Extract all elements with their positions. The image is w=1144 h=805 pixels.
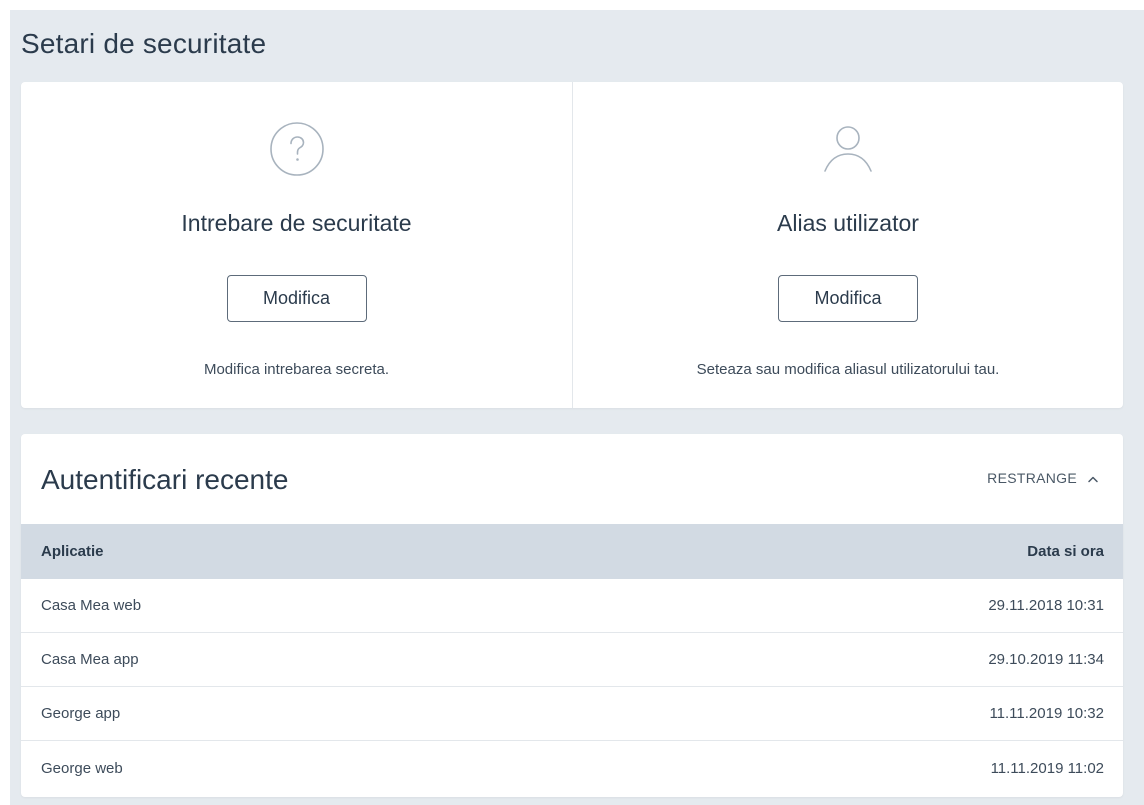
question-circle-icon — [268, 120, 326, 178]
row-application: Casa Mea app — [41, 651, 139, 668]
collapse-label: RESTRANGE — [987, 470, 1077, 486]
security-question-card: Intrebare de securitate Modifica Modific… — [21, 82, 572, 408]
security-question-title: Intrebare de securitate — [181, 210, 412, 236]
recent-logins-panel: Autentificari recente RESTRANGE Aplicati… — [21, 434, 1123, 797]
table-row: Casa Mea app 29.10.2019 11:34 — [21, 633, 1123, 687]
chevron-up-icon — [1087, 470, 1099, 486]
modify-user-alias-button[interactable]: Modifica — [778, 275, 918, 322]
row-datetime: 11.11.2019 10:32 — [989, 705, 1104, 722]
row-application: George app — [41, 705, 121, 722]
security-question-description: Modifica intrebarea secreta. — [203, 361, 390, 378]
table-header: Aplicatie Data si ora — [21, 524, 1123, 579]
security-settings-page: Setari de securitate Intrebare de securi… — [10, 10, 1144, 805]
table-row: Casa Mea web 29.11.2018 10:31 — [21, 579, 1123, 633]
table-row: George app 11.11.2019 10:32 — [21, 687, 1123, 741]
row-datetime: 29.10.2019 11:34 — [988, 651, 1104, 668]
column-header-application: Aplicatie — [41, 543, 104, 560]
page-title: Setari de securitate — [21, 28, 267, 59]
user-alias-description: Seteaza sau modifica aliasul utilizatoru… — [696, 361, 1000, 378]
row-datetime: 11.11.2019 11:02 — [990, 759, 1104, 777]
user-icon — [819, 120, 877, 178]
user-alias-title: Alias utilizator — [777, 210, 919, 236]
settings-cards: Intrebare de securitate Modifica Modific… — [21, 82, 1123, 408]
table-row: George web 11.11.2019 11:02 — [21, 741, 1123, 795]
column-header-datetime: Data si ora — [1027, 543, 1104, 560]
row-application: Casa Mea web — [41, 597, 142, 614]
recent-logins-title: Autentificari recente — [41, 464, 289, 495]
row-datetime: 29.11.2018 10:31 — [988, 597, 1104, 614]
recent-logins-table: Casa Mea web 29.11.2018 10:31 Casa Mea a… — [21, 579, 1123, 795]
modify-security-question-button[interactable]: Modifica — [226, 275, 367, 322]
user-alias-card: Alias utilizator Modifica Seteaza sau mo… — [572, 82, 1123, 408]
row-application: George web — [41, 759, 123, 777]
collapse-toggle[interactable]: RESTRANGE — [987, 470, 1099, 486]
